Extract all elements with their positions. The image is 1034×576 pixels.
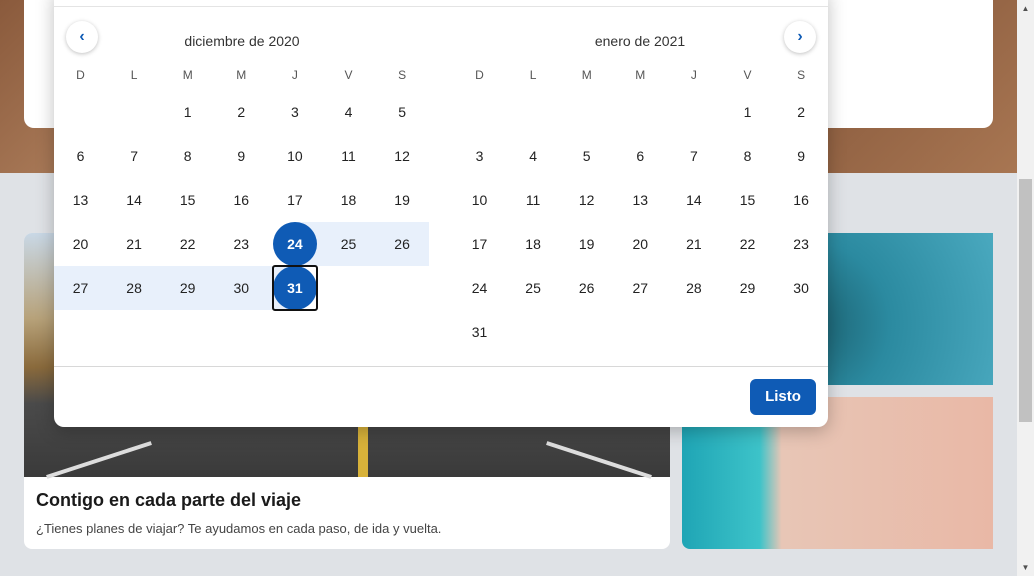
calendar-day[interactable]: 17 [268,178,321,222]
weekday-label: J [690,68,697,82]
divider [54,6,828,7]
calendar-day[interactable]: 27 [54,266,107,310]
calendar-day[interactable]: 5 [560,134,613,178]
calendar-day[interactable]: 2 [775,90,828,134]
page-scrollbar[interactable]: ▲ ▼ [1017,0,1034,576]
weekday-label: L [529,68,537,82]
calendar-day[interactable]: 17 [453,222,506,266]
calendar-day[interactable]: 22 [721,222,774,266]
calendar-day[interactable]: 10 [453,178,506,222]
date-picker-popup: ‹ › diciembre de 2020 enero de 2021 DLMM… [54,0,828,427]
calendar-day[interactable]: 30 [775,266,828,310]
calendar-day[interactable]: 4 [322,90,375,134]
road-edge-left [46,441,152,479]
calendar-day[interactable]: 21 [667,222,720,266]
scroll-down-arrow-icon[interactable]: ▼ [1017,559,1034,576]
calendar-day[interactable]: 23 [215,222,268,266]
calendar-day[interactable]: 16 [775,178,828,222]
calendar-day[interactable]: 30 [215,266,268,310]
calendar-day[interactable]: 12 [560,178,613,222]
weekday-label: J [291,68,298,82]
month-title-december: diciembre de 2020 [184,33,300,49]
calendar-day[interactable]: 27 [614,266,667,310]
calendar-day[interactable]: 6 [54,134,107,178]
calendar-day[interactable]: 19 [376,178,429,222]
calendar-day[interactable]: 20 [54,222,107,266]
calendar-day[interactable]: 24 [268,222,321,266]
calendar-day[interactable]: 14 [667,178,720,222]
weekday-label: L [130,68,138,82]
calendar-day[interactable]: 2 [215,90,268,134]
weekday-label: S [797,68,806,82]
calendar-day[interactable]: 7 [108,134,161,178]
month-title-january: enero de 2021 [594,33,686,49]
calendar-day[interactable]: 12 [376,134,429,178]
calendar-day[interactable]: 31 [268,266,321,310]
weekday-label: V [743,68,752,82]
calendar-day[interactable]: 22 [161,222,214,266]
calendar-day[interactable]: 21 [108,222,161,266]
calendar-day[interactable]: 29 [161,266,214,310]
calendar-day[interactable]: 19 [560,222,613,266]
calendar-day[interactable]: 8 [721,134,774,178]
calendar-day[interactable]: 25 [507,266,560,310]
calendar-day[interactable]: 24 [453,266,506,310]
weekday-label: V [344,68,353,82]
calendar-day[interactable]: 8 [161,134,214,178]
calendar-day[interactable]: 31 [453,310,506,354]
calendar-day[interactable]: 14 [108,178,161,222]
road-center-line [358,423,368,477]
calendar-day[interactable]: 5 [376,90,429,134]
calendar-day[interactable]: 15 [721,178,774,222]
scroll-thumb[interactable] [1019,179,1032,422]
road-edge-right [546,441,652,479]
calendar-day[interactable]: 26 [376,222,429,266]
weekday-label: M [635,68,646,82]
calendar-day[interactable]: 11 [322,134,375,178]
promo-description: ¿Tienes planes de viajar? Te ayudamos en… [36,521,442,536]
calendar-day[interactable]: 18 [322,178,375,222]
calendar-day[interactable]: 9 [775,134,828,178]
calendar-day[interactable]: 13 [614,178,667,222]
calendar-day[interactable]: 13 [54,178,107,222]
calendar-day[interactable]: 26 [560,266,613,310]
weekday-label: S [398,68,407,82]
weekday-label: M [236,68,247,82]
calendar-day[interactable]: 9 [215,134,268,178]
calendar-day[interactable]: 25 [322,222,375,266]
calendar-day[interactable]: 3 [268,90,321,134]
calendar-day[interactable]: 28 [667,266,720,310]
scroll-up-arrow-icon[interactable]: ▲ [1017,0,1034,17]
weekday-label: M [182,68,193,82]
calendar-day[interactable]: 11 [507,178,560,222]
calendar-day[interactable]: 1 [161,90,214,134]
calendar-day[interactable]: 29 [721,266,774,310]
calendar-day[interactable]: 4 [507,134,560,178]
calendar-day[interactable]: 1 [721,90,774,134]
calendar-day[interactable]: 20 [614,222,667,266]
calendar-day[interactable]: 10 [268,134,321,178]
calendar-day[interactable]: 28 [108,266,161,310]
calendar-day[interactable]: 7 [667,134,720,178]
calendar-day[interactable]: 18 [507,222,560,266]
calendar-day[interactable]: 23 [775,222,828,266]
footer-divider [54,366,828,367]
weekday-label: D [76,68,85,82]
done-button[interactable]: Listo [750,379,816,415]
calendar-day[interactable]: 15 [161,178,214,222]
promo-title: Contigo en cada parte del viaje [36,490,302,510]
weekday-label: D [475,68,484,82]
weekday-label: M [581,68,592,82]
calendar-day[interactable]: 6 [614,134,667,178]
calendar-day[interactable]: 3 [453,134,506,178]
calendar-day[interactable]: 16 [215,178,268,222]
